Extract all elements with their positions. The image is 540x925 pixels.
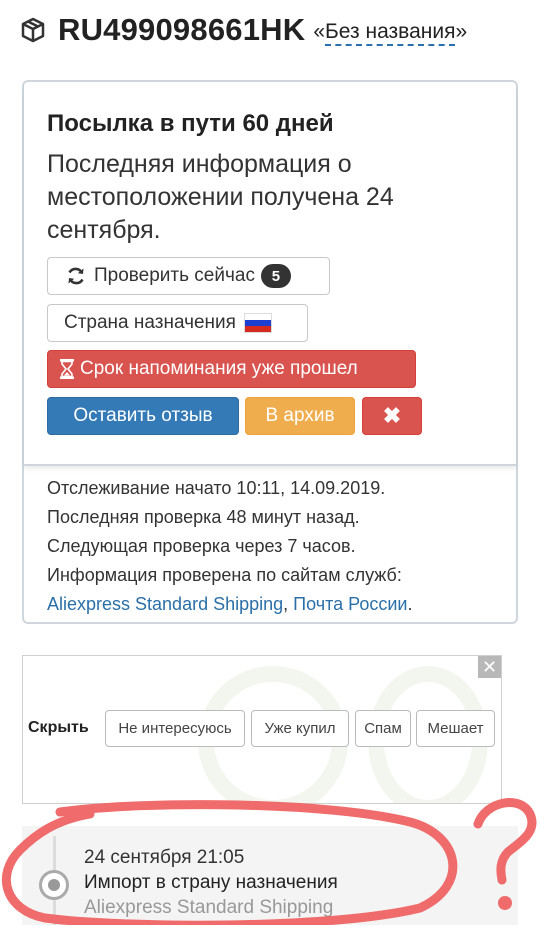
last-location-info: Последняя информация о местоположении по… bbox=[47, 150, 394, 244]
tracking-started: Отслеживание начато 10:11, 14.09.2019. bbox=[47, 478, 386, 498]
event-date: 24 сентября 21:05 bbox=[84, 847, 245, 868]
event-title: Импорт в страну назначения bbox=[84, 872, 338, 893]
parcel-panel: Посылка в пути 60 дней Последняя информа… bbox=[22, 80, 518, 624]
ad-hide-label: Скрыть bbox=[28, 719, 89, 736]
service-link-russian-post[interactable]: Почта России bbox=[293, 594, 407, 614]
check-count-badge: 5 bbox=[260, 264, 291, 288]
services-line: Aliexpress Standard Shipping, Почта Росс… bbox=[47, 590, 497, 619]
check-now-label: Проверить сейчас bbox=[94, 265, 255, 286]
event-service: Aliexpress Standard Shipping bbox=[84, 897, 334, 918]
destination-country-button[interactable]: Страна назначения bbox=[47, 304, 308, 342]
ad-option-spam[interactable]: Спам bbox=[355, 710, 411, 747]
ad-option-annoying[interactable]: Мешает bbox=[416, 710, 495, 747]
name-prefix: « bbox=[313, 20, 326, 43]
russia-flag-icon bbox=[243, 313, 272, 333]
service-link-aliexpress[interactable]: Aliexpress Standard Shipping bbox=[47, 594, 283, 614]
checked-by-label: Информация проверена по сайтам служб: bbox=[47, 565, 402, 585]
services-separator: , bbox=[283, 594, 294, 614]
timeline-dot-icon bbox=[39, 870, 69, 900]
parcel-status-section: Посылка в пути 60 дней Последняя информа… bbox=[24, 82, 516, 466]
services-end: . bbox=[407, 594, 413, 614]
last-check: Последняя проверка 48 минут назад. bbox=[47, 507, 360, 527]
check-now-button[interactable]: Проверить сейчас 5 bbox=[47, 257, 330, 295]
reminder-expired-label: Срок напоминания уже прошел bbox=[80, 358, 358, 379]
package-icon bbox=[18, 15, 48, 45]
destination-label: Страна назначения bbox=[64, 312, 236, 333]
archive-button[interactable]: В архив bbox=[245, 397, 355, 435]
hourglass-icon bbox=[60, 359, 74, 379]
ad-feedback-box: ✕ Скрыть Не интересуюсь Уже купил Спам М… bbox=[22, 655, 502, 804]
reminder-expired-button[interactable]: Срок напоминания уже прошел bbox=[47, 350, 416, 388]
parcel-name-link[interactable]: Без названия bbox=[325, 20, 456, 46]
ad-close-button[interactable]: ✕ bbox=[478, 656, 501, 678]
tracking-number: RU499098661HK bbox=[58, 12, 306, 47]
days-in-transit: Посылка в пути 60 дней bbox=[47, 110, 334, 137]
parcel-name[interactable]: «Без названия» bbox=[313, 20, 468, 46]
tracking-timeline: 24 сентября 21:05 Импорт в страну назнач… bbox=[22, 826, 518, 925]
name-suffix: » bbox=[455, 20, 468, 43]
delete-button[interactable]: ✖ bbox=[362, 397, 422, 435]
leave-review-button[interactable]: Оставить отзыв bbox=[47, 397, 239, 435]
header: RU499098661HK «Без названия» bbox=[18, 10, 528, 50]
refresh-icon bbox=[66, 266, 86, 286]
tracking-info: Отслеживание начато 10:11, 14.09.2019. П… bbox=[47, 474, 497, 619]
ad-option-already-bought[interactable]: Уже купил bbox=[251, 710, 349, 747]
next-check: Следующая проверка через 7 часов. bbox=[47, 536, 356, 556]
ad-option-not-interested[interactable]: Не интересуюсь bbox=[105, 710, 245, 747]
